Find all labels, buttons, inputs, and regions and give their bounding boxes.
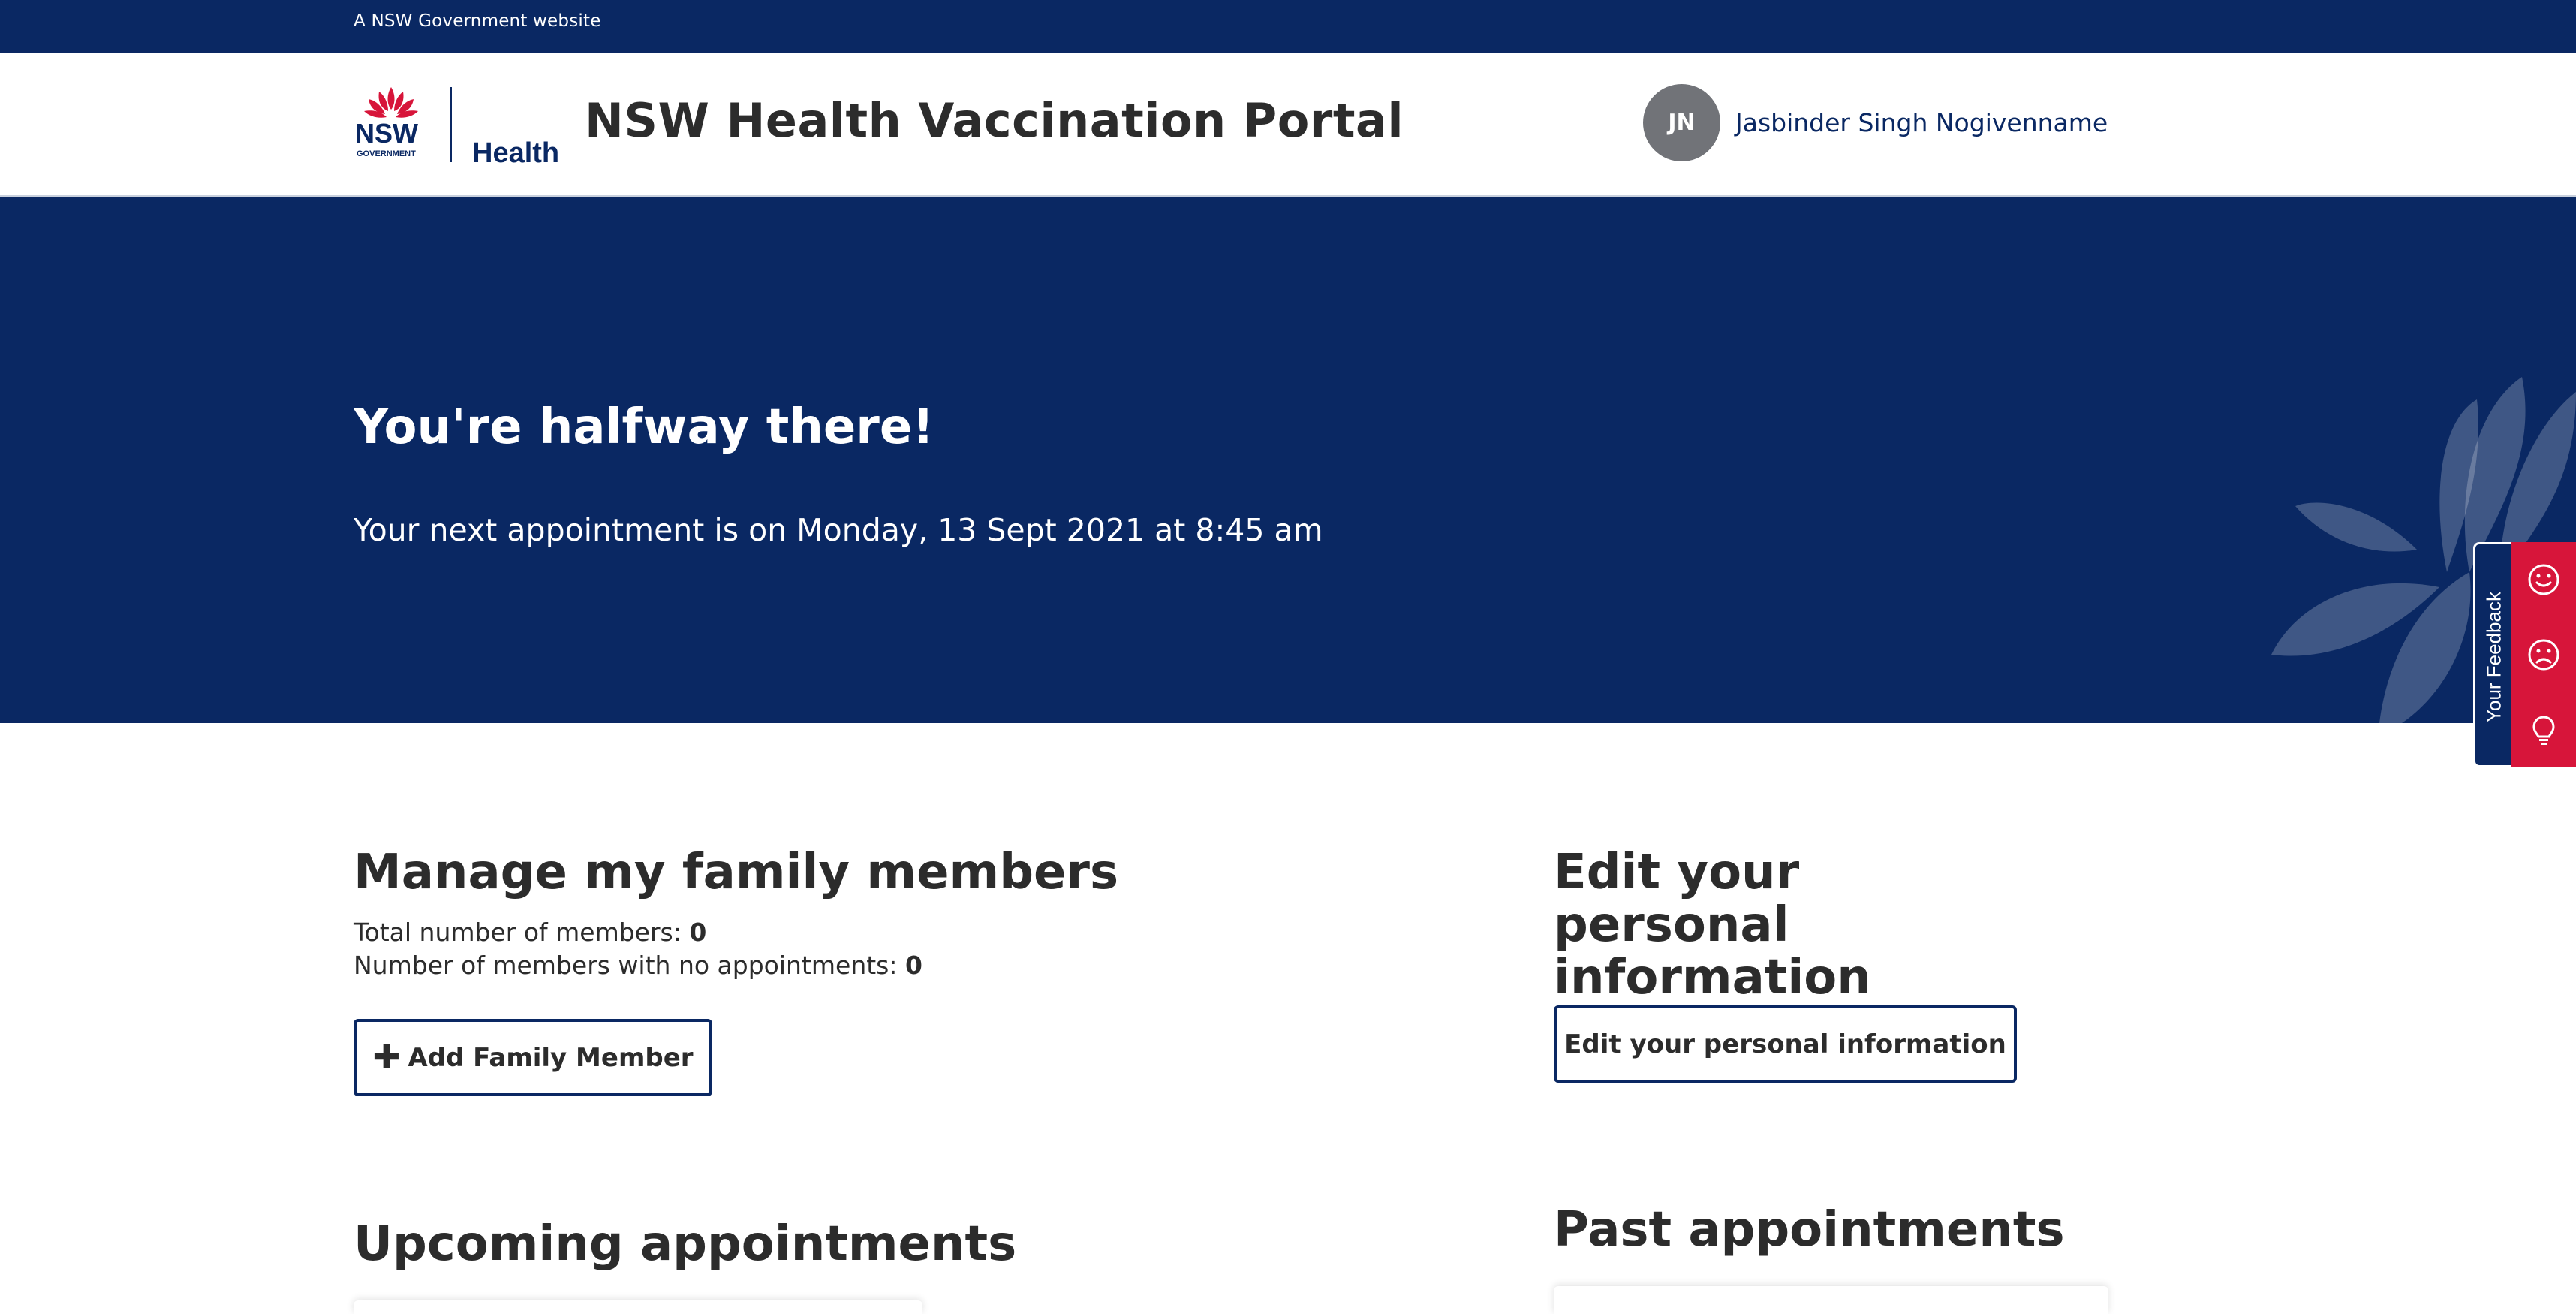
upcoming-appointments-heading: Upcoming appointments xyxy=(354,1216,1017,1272)
logo-health-text: Health xyxy=(472,137,559,167)
hero-title: You're halfway there! xyxy=(354,399,934,455)
feedback-positive-button[interactable] xyxy=(2511,542,2576,617)
total-members-value: 0 xyxy=(689,918,707,947)
no-appointments-label: Number of members with no appointments: xyxy=(354,951,898,980)
total-members-stat: Total number of members: 0 xyxy=(354,918,706,947)
nsw-health-logo[interactable]: NSW GOVERNMENT Health xyxy=(354,81,564,167)
edit-personal-info-label: Edit your personal information xyxy=(1564,1029,2006,1059)
user-name-link[interactable]: Jasbinder Singh Nogivenname xyxy=(1735,108,2108,137)
feedback-tab[interactable]: Your Feedback xyxy=(2473,542,2511,767)
personal-info-heading: Edit your personal information xyxy=(1554,845,1871,1005)
add-family-member-button[interactable]: ✚ Add Family Member xyxy=(354,1019,712,1096)
masthead: NSW GOVERNMENT Health NSW Health Vaccina… xyxy=(0,53,2576,197)
government-bar: A NSW Government website xyxy=(0,0,2576,53)
no-appointments-stat: Number of members with no appointments: … xyxy=(354,951,922,980)
feedback-widget: Your Feedback xyxy=(2473,542,2576,767)
logo-government-text: GOVERNMENT xyxy=(357,149,416,158)
user-avatar[interactable]: JN xyxy=(1643,84,1720,161)
no-appointments-value: 0 xyxy=(905,951,922,980)
feedback-label: Your Feedback xyxy=(2482,592,2505,722)
frown-icon xyxy=(2528,639,2559,671)
plus-icon: ✚ xyxy=(372,1038,401,1077)
total-members-label: Total number of members: xyxy=(354,918,682,947)
family-heading: Manage my family members xyxy=(354,845,1119,900)
site-title: NSW Health Vaccination Portal xyxy=(585,93,1404,148)
upcoming-appointment-card xyxy=(354,1300,922,1314)
government-bar-text: A NSW Government website xyxy=(354,11,601,31)
add-family-member-label: Add Family Member xyxy=(408,1042,694,1073)
past-appointment-card xyxy=(1554,1286,2108,1314)
feedback-negative-button[interactable] xyxy=(2511,617,2576,692)
past-appointments-heading: Past appointments xyxy=(1554,1202,2065,1258)
lightbulb-icon xyxy=(2532,716,2555,745)
smile-icon xyxy=(2528,564,2559,595)
edit-personal-info-button[interactable]: Edit your personal information xyxy=(1554,1005,2017,1083)
logo-nsw-text: NSW xyxy=(355,118,418,149)
feedback-icons xyxy=(2511,542,2576,767)
user-initials: JN xyxy=(1668,110,1696,136)
feedback-idea-button[interactable] xyxy=(2511,692,2576,767)
hero-banner: You're halfway there! Your next appointm… xyxy=(0,197,2576,723)
next-appointment-text: Your next appointment is on Monday, 13 S… xyxy=(354,512,1323,548)
